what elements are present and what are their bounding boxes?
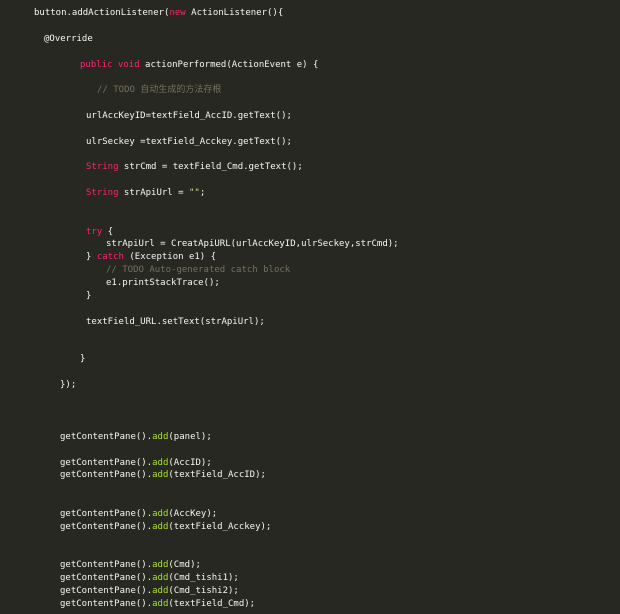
- code-token: urlAccKeyID=textField_AccID.getText();: [86, 111, 292, 121]
- code-token: getContentPane().: [60, 586, 153, 596]
- code-token: {: [102, 227, 114, 237]
- code-token: public: [80, 60, 113, 70]
- code-line: getContentPane().add(textField_Cmd);: [60, 598, 255, 610]
- code-token: ;: [199, 188, 206, 198]
- code-token: strCmd = textField_Cmd.getText();: [118, 162, 303, 172]
- code-line: textField_URL.setText(strApiUrl);: [86, 316, 265, 328]
- code-token: // TODO 自动生成的方法存根: [97, 85, 222, 95]
- code-token: });: [60, 380, 77, 390]
- code-token: (Cmd_tishi1);: [168, 573, 239, 583]
- code-line: getContentPane().add(Cmd_tishi2);: [60, 585, 239, 597]
- code-line: // TODO 自动生成的方法存根: [97, 84, 221, 96]
- code-line: getContentPane().add(Cmd_tishi1);: [60, 572, 239, 584]
- code-token: add: [152, 470, 169, 480]
- code-token: getContentPane().: [60, 573, 153, 583]
- code-line: });: [60, 379, 76, 391]
- code-line: } catch (Exception e1) {: [86, 251, 216, 263]
- code-line: button.addActionListener(new ActionListe…: [34, 7, 283, 19]
- code-token: (Cmd);: [168, 560, 201, 570]
- code-token: getContentPane().: [60, 522, 153, 532]
- code-token: add: [152, 522, 169, 532]
- code-line: e1.printStackTrace();: [106, 277, 220, 289]
- code-line: getContentPane().add(AccID);: [60, 457, 212, 469]
- code-token: void: [117, 60, 140, 70]
- code-token: (Exception e1) {: [123, 252, 217, 262]
- code-token: (textField_AccID);: [168, 470, 266, 480]
- code-token: (textField_Acckey);: [168, 522, 272, 532]
- code-token: add: [152, 458, 169, 468]
- code-token: }: [86, 291, 92, 301]
- code-token: (textField_Cmd);: [168, 599, 256, 609]
- code-token: strApiUrl =: [118, 188, 189, 198]
- code-token: try: [86, 227, 103, 237]
- code-line: strApiUrl = CreatApiURL(urlAccKeyID,ulrS…: [106, 238, 399, 250]
- code-line: String strCmd = textField_Cmd.getText();: [86, 161, 303, 173]
- code-token: add: [152, 599, 169, 609]
- code-line: getContentPane().add(textField_Acckey);: [60, 521, 271, 533]
- code-token: String: [86, 188, 119, 198]
- code-token: (AccID);: [168, 458, 212, 468]
- code-token: getContentPane().: [60, 509, 153, 519]
- code-line: getContentPane().add(AccKey);: [60, 508, 217, 520]
- code-token: }: [80, 354, 86, 364]
- code-token: (panel);: [168, 432, 212, 442]
- code-line: }: [86, 290, 91, 302]
- code-line: // TODO Auto-generated catch block: [106, 264, 290, 276]
- code-token: getContentPane().: [60, 470, 153, 480]
- code-line: String strApiUrl = "";: [86, 187, 205, 199]
- code-token: getContentPane().: [60, 560, 153, 570]
- code-editor[interactable]: button.addActionListener(new ActionListe…: [0, 0, 620, 614]
- code-line: }: [80, 353, 85, 365]
- code-line: getContentPane().add(Cmd);: [60, 559, 201, 571]
- code-token: add: [152, 509, 169, 519]
- code-token: new: [169, 8, 186, 18]
- code-token: getContentPane().: [60, 432, 153, 442]
- code-token: // TODO Auto-generated catch block: [106, 265, 291, 275]
- code-line: urlAccKeyID=textField_AccID.getText();: [86, 110, 292, 122]
- code-token: add: [152, 432, 169, 442]
- code-token: ActionListener(){: [185, 8, 284, 18]
- code-token: add: [152, 586, 169, 596]
- code-token: textField_URL.setText(strApiUrl);: [86, 317, 265, 327]
- code-token: button.addActionListener(: [34, 8, 170, 18]
- code-line: ulrSeckey =textField_Acckey.getText();: [86, 136, 292, 148]
- code-token: @Override: [44, 34, 93, 44]
- code-line: getContentPane().add(panel);: [60, 431, 212, 443]
- code-token: (Cmd_tishi2);: [168, 586, 239, 596]
- code-token: add: [152, 560, 169, 570]
- code-line: public void actionPerformed(ActionEvent …: [80, 59, 318, 71]
- code-token: add: [152, 573, 169, 583]
- code-token: "": [188, 188, 200, 198]
- code-token: ulrSeckey =textField_Acckey.getText();: [86, 137, 292, 147]
- code-token: strApiUrl = CreatApiURL(urlAccKeyID,ulrS…: [106, 239, 399, 249]
- code-line: getContentPane().add(textField_AccID);: [60, 469, 266, 481]
- code-line: @Override: [44, 33, 93, 45]
- code-token: }: [86, 252, 97, 262]
- code-token: (AccKey);: [168, 509, 218, 519]
- code-token: String: [86, 162, 119, 172]
- code-token: actionPerformed(ActionEvent e) {: [139, 60, 319, 70]
- code-token: catch: [96, 252, 124, 262]
- code-token: getContentPane().: [60, 599, 153, 609]
- code-token: getContentPane().: [60, 458, 153, 468]
- code-token: e1.printStackTrace();: [106, 278, 220, 288]
- code-line: try {: [86, 226, 113, 238]
